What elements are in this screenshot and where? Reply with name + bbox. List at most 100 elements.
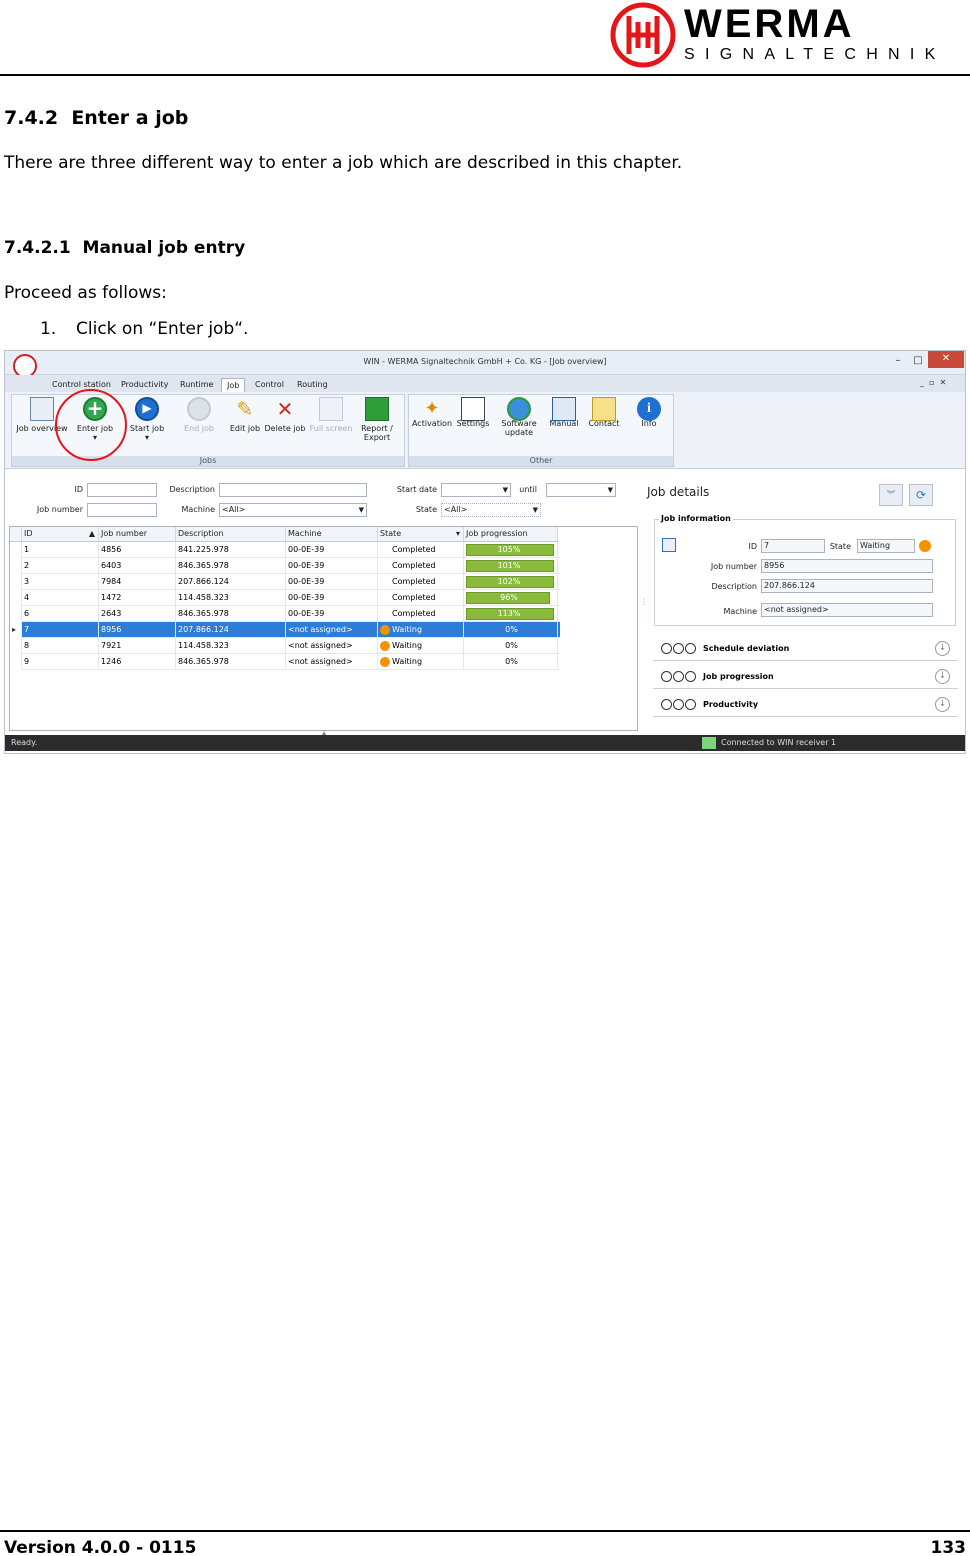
table-row[interactable]: 8 7921 114.458.323 <not assigned> Waiting 0% <box>10 638 560 654</box>
table-cell: 114.458.323 <box>176 590 286 606</box>
section-job-progression[interactable]: Job progression ↓ <box>653 665 958 689</box>
info-icon: i <box>637 397 661 421</box>
detail-machine-field[interactable]: <not assigned> <box>761 603 933 617</box>
settings-button[interactable]: Settings <box>447 397 499 428</box>
step-text: Click on “Enter job“. <box>76 319 249 339</box>
cell-text: 846.365.978 <box>178 609 229 618</box>
row-indicator <box>10 638 22 654</box>
table-row[interactable]: ▸ 7 8956 207.866.124 <not assigned> Waiting 0% <box>10 622 560 638</box>
filter-start-date-label: Start date <box>396 485 437 494</box>
progress-text: 0% <box>505 625 518 634</box>
table-cell: 1246 <box>99 654 176 670</box>
cell-text: 2 <box>24 561 30 570</box>
column-header-machine[interactable]: Machine <box>286 527 378 542</box>
progress-text: 0% <box>505 657 518 666</box>
detail-job-number-label: Job number <box>710 562 757 571</box>
filter-dropdown-icon: ▾ <box>455 529 460 538</box>
section-schedule-deviation[interactable]: Schedule deviation ↓ <box>653 637 958 661</box>
expand-icon[interactable]: ↓ <box>935 641 950 656</box>
wand-icon: ✦ <box>424 398 440 419</box>
column-header-state[interactable]: State ▾ <box>378 527 464 542</box>
table-cell: 207.866.124 <box>176 622 286 638</box>
mdi-controls[interactable]: _ ▫ ✕ <box>920 378 946 387</box>
refresh-icon[interactable]: ⟳ <box>909 484 933 506</box>
column-header-id[interactable]: ID ▲ <box>22 527 99 542</box>
table-cell: <not assigned> <box>286 654 378 670</box>
state-label: Waiting <box>392 641 423 650</box>
tab-runtime[interactable]: Runtime <box>175 378 218 392</box>
section-productivity[interactable]: Productivity ↓ <box>653 693 958 717</box>
table-cell: 101% <box>464 558 558 574</box>
filter-description-label: Description <box>169 485 215 494</box>
table-row[interactable]: 4 1472 114.458.323 00-0E-39 Completed 96% <box>10 590 560 606</box>
close-icon[interactable]: ✕ <box>928 351 964 368</box>
table-row[interactable]: 6 2643 846.365.978 00-0E-39 Completed 113% <box>10 606 560 622</box>
table-cell: <not assigned> <box>286 622 378 638</box>
filter-start-date-input[interactable]: ▼ <box>441 483 511 497</box>
tab-job[interactable]: Job <box>221 378 246 392</box>
chevron-down-icon: ▼ <box>358 506 364 514</box>
state-label: Waiting <box>392 657 423 666</box>
table-cell: 00-0E-39 <box>286 590 378 606</box>
report-icon <box>365 397 389 421</box>
stop-icon <box>187 397 211 421</box>
cell-text: 8956 <box>101 625 122 634</box>
detail-id-field[interactable]: 7 <box>761 539 825 553</box>
expand-icon[interactable]: ↓ <box>935 697 950 712</box>
collapse-all-icon[interactable]: ︾ <box>879 484 903 506</box>
filter-state-select[interactable]: <All> ▼ <box>441 503 541 517</box>
cell-text: <not assigned> <box>288 625 353 634</box>
detail-machine-label: Machine <box>723 607 758 616</box>
start-job-button[interactable]: ▶ Start job ▾ <box>121 397 173 442</box>
filter-id-label: ID <box>74 485 83 494</box>
column-header-job-number[interactable]: Job number <box>99 527 176 542</box>
table-cell: Waiting <box>378 638 464 654</box>
end-job-button[interactable]: End job <box>173 397 225 433</box>
detail-state-field[interactable]: Waiting <box>857 539 915 553</box>
row-indicator <box>10 654 22 670</box>
cell-text: 841.225.978 <box>178 545 229 554</box>
footer-rule <box>0 1530 970 1532</box>
cell-text: 00-0E-39 <box>288 577 325 586</box>
werma-logo-icon <box>610 2 676 68</box>
report-export-button[interactable]: Report / Export <box>351 397 403 442</box>
cell-text: 00-0E-39 <box>288 593 325 602</box>
state-label: Waiting <box>392 625 423 634</box>
table-row[interactable]: 9 1246 846.365.978 <not assigned> Waiting 0% <box>10 654 560 670</box>
table-cell: Waiting <box>378 622 464 638</box>
table-cell: 3 <box>22 574 99 590</box>
subsection-lead: Proceed as follows: <box>4 283 167 303</box>
detail-description-field[interactable]: 207.866.124 <box>761 579 933 593</box>
cell-text: 114.458.323 <box>178 641 229 650</box>
filter-machine-select[interactable]: <All> ▼ <box>219 503 367 517</box>
filter-description-input[interactable] <box>219 483 367 497</box>
expand-icon[interactable]: ↓ <box>935 669 950 684</box>
state-label: Completed <box>392 577 436 586</box>
group-caption-jobs: Jobs <box>12 456 404 466</box>
table-row[interactable]: 3 7984 207.866.124 00-0E-39 Completed 102% <box>10 574 560 590</box>
filter-until-input[interactable]: ▼ <box>546 483 616 497</box>
minimize-icon[interactable]: – <box>887 353 909 369</box>
table-cell: Completed <box>378 542 464 558</box>
tab-productivity[interactable]: Productivity <box>116 378 173 392</box>
fullscreen-icon <box>319 397 343 421</box>
detail-job-number-field[interactable]: 8956 <box>761 559 933 573</box>
table-cell: 2643 <box>99 606 176 622</box>
table-row[interactable]: 2 6403 846.365.978 00-0E-39 Completed 101% <box>10 558 560 574</box>
cell-text: 9 <box>24 657 30 666</box>
filter-job-number-input[interactable] <box>87 503 157 517</box>
column-header-job-progression[interactable]: Job progression <box>464 527 558 542</box>
filter-state-label: State <box>415 505 437 514</box>
splitter-grip[interactable]: ⋮ <box>640 597 648 606</box>
table-cell: 102% <box>464 574 558 590</box>
state-label: Completed <box>392 545 436 554</box>
column-header-description[interactable]: Description <box>176 527 286 542</box>
maximize-icon[interactable]: □ <box>907 353 929 369</box>
table-row[interactable]: 1 4856 841.225.978 00-0E-39 Completed 105% <box>10 542 560 558</box>
ribbon-tabs: Control station Productivity Runtime Job… <box>5 375 965 392</box>
filter-id-input[interactable] <box>87 483 157 497</box>
tab-control[interactable]: Control <box>250 378 289 392</box>
tab-routing[interactable]: Routing <box>292 378 333 392</box>
info-button[interactable]: i Info <box>623 397 675 428</box>
filter-machine-label: Machine <box>181 505 216 514</box>
